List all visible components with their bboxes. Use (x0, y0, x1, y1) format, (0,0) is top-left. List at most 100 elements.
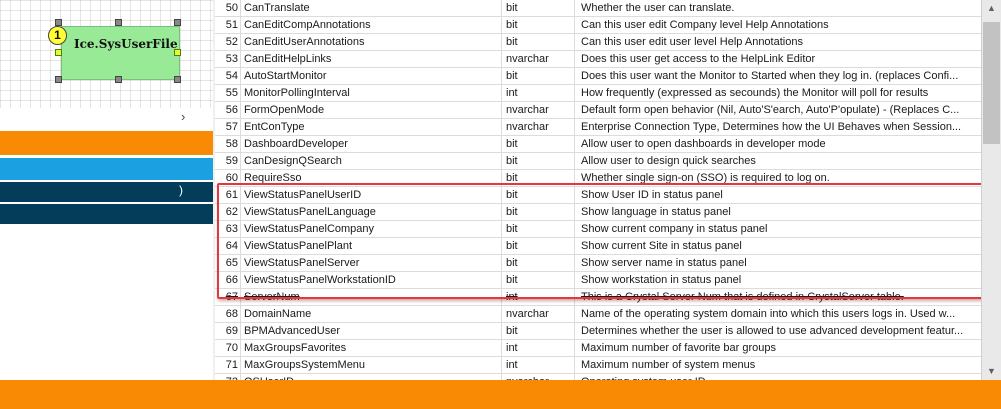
resize-handle-bottom-center[interactable] (115, 76, 122, 83)
field-description-cell: Does this user want the Monitor to Start… (581, 70, 959, 82)
row-number-cell: 71 (215, 357, 241, 373)
field-type-cell: bit (502, 153, 575, 169)
left-pane: 1 Ice.SysUserFile › ) (0, 0, 213, 380)
table-row[interactable]: 54 AutoStartMonitor bit Does this user want… (215, 68, 981, 85)
field-type-cell: bit (502, 255, 575, 271)
field-type-cell: bit (502, 0, 575, 16)
chevron-right-icon[interactable]: › (181, 109, 185, 124)
field-description-cell: Show current company in status panel (581, 223, 768, 235)
row-number-cell: 67 (215, 289, 241, 305)
table-row[interactable]: 52 CanEditUserAnnotations bit Can this user… (215, 34, 981, 51)
resize-handle-middle-right[interactable] (174, 49, 181, 56)
table-row[interactable]: 51 CanEditCompAnnotations bit Can this user… (215, 17, 981, 34)
field-name-cell: AutoStartMonitor (241, 68, 502, 84)
field-type-cell: bit (502, 34, 575, 50)
table-row[interactable]: 68 DomainName nvarchar Name of the operatin… (215, 306, 981, 323)
field-type-cell: int (502, 357, 575, 373)
navy-panel-band[interactable]: ) (0, 182, 213, 202)
bottom-status-bar (0, 380, 1001, 409)
blue-panel-band[interactable] (0, 158, 213, 180)
field-name-cell: ViewStatusPanelPlant (241, 238, 502, 254)
row-number-cell: 61 (215, 187, 241, 203)
field-name-cell: CanEditHelpLinks (241, 51, 502, 67)
row-number-cell: 59 (215, 153, 241, 169)
resize-handle-top-center[interactable] (115, 19, 122, 26)
resize-handle-middle-left[interactable] (55, 49, 62, 56)
resize-handle-bottom-left[interactable] (55, 76, 62, 83)
row-number-cell: 54 (215, 68, 241, 84)
table-row[interactable]: 56 FormOpenMode nvarchar Default form open … (215, 102, 981, 119)
table-row[interactable]: 65 ViewStatusPanelServer bit Show server na… (215, 255, 981, 272)
field-name-cell: CanEditUserAnnotations (241, 34, 502, 50)
table-row[interactable]: 61 ViewStatusPanelUserID bit Show User ID i… (215, 187, 981, 204)
field-description-cell: Enterprise Connection Type, Determines h… (581, 121, 962, 133)
field-description-cell: Maximum number of system menus (581, 359, 756, 371)
field-type-cell: bit (502, 17, 575, 33)
field-description-cell: Show workstation in status panel (581, 274, 742, 286)
row-number-cell: 69 (215, 323, 241, 339)
row-number-cell: 57 (215, 119, 241, 135)
field-name-cell: ServerNum (241, 289, 502, 305)
field-description-cell: Show current Site in status panel (581, 240, 742, 252)
entity-name-label: Ice.SysUserFile (74, 37, 178, 51)
table-row[interactable]: 66 ViewStatusPanelWorkstationID bit Show wo… (215, 272, 981, 289)
navy-band-text: ) (179, 183, 183, 197)
field-type-cell: bit (502, 238, 575, 254)
field-description-cell: Name of the operating system domain into… (581, 308, 956, 320)
row-number-cell: 52 (215, 34, 241, 50)
table-row[interactable]: 59 CanDesignQSearch bit Allow user to desig… (215, 153, 981, 170)
resize-handle-bottom-right[interactable] (174, 76, 181, 83)
table-row[interactable]: 57 EntConType nvarchar Enterprise Connectio… (215, 119, 981, 136)
table-row[interactable]: 62 ViewStatusPanelLanguage bit Show languag… (215, 204, 981, 221)
field-type-cell: int (502, 85, 575, 101)
table-row[interactable]: 55 MonitorPollingInterval int How frequentl… (215, 85, 981, 102)
row-number-cell: 65 (215, 255, 241, 271)
field-name-cell: ViewStatusPanelWorkstationID (241, 272, 502, 288)
field-description-cell: Determines whether the user is allowed t… (581, 325, 964, 337)
table-row[interactable]: 60 RequireSso bit Whether single sign-on (S… (215, 170, 981, 187)
field-description-cell: This is a Crystal Server Num that is def… (581, 291, 904, 303)
field-description-cell: Default form open behavior (Nil, Auto'S'… (581, 104, 960, 116)
navy-panel-band-secondary[interactable] (0, 204, 213, 224)
row-number-cell: 64 (215, 238, 241, 254)
row-number-cell: 66 (215, 272, 241, 288)
field-name-cell: ViewStatusPanelServer (241, 255, 502, 271)
scrollbar-thumb[interactable] (983, 22, 1000, 144)
field-type-cell: nvarchar (502, 51, 575, 67)
table-row[interactable]: 53 CanEditHelpLinks nvarchar Does this user… (215, 51, 981, 68)
table-row[interactable]: 58 DashboardDeveloper bit Allow user to ope… (215, 136, 981, 153)
field-type-cell: bit (502, 68, 575, 84)
resize-handle-top-left[interactable] (55, 19, 62, 26)
entity-diagram-canvas[interactable]: 1 Ice.SysUserFile (0, 0, 213, 108)
field-name-cell: FormOpenMode (241, 102, 502, 118)
table-row[interactable]: 64 ViewStatusPanelPlant bit Show current Si… (215, 238, 981, 255)
row-number-cell: 63 (215, 221, 241, 237)
field-name-cell: CanDesignQSearch (241, 153, 502, 169)
field-name-cell: DomainName (241, 306, 502, 322)
field-description-cell: How frequently (expressed as secounds) t… (581, 87, 929, 99)
table-row[interactable]: 63 ViewStatusPanelCompany bit Show current … (215, 221, 981, 238)
entity-node[interactable]: 1 Ice.SysUserFile (48, 26, 180, 80)
vertical-scrollbar[interactable]: ▲ ▼ (981, 0, 1001, 380)
table-row[interactable]: 67 ServerNum int This is a Crystal Server N… (215, 289, 981, 306)
table-row[interactable]: 69 BPMAdvancedUser bit Determines whether t… (215, 323, 981, 340)
field-description-cell: Allow user to open dashboards in develop… (581, 138, 826, 150)
field-name-cell: DashboardDeveloper (241, 136, 502, 152)
field-type-cell: int (502, 340, 575, 356)
row-number-cell: 58 (215, 136, 241, 152)
table-row[interactable]: 71 MaxGroupsSystemMenu int Maximum number o… (215, 357, 981, 374)
triangle-up-icon[interactable]: ▲ (982, 3, 1001, 13)
orange-panel-band[interactable] (0, 131, 213, 155)
field-type-cell: nvarchar (502, 306, 575, 322)
triangle-down-icon[interactable]: ▼ (982, 366, 1001, 376)
field-name-cell: MaxGroupsSystemMenu (241, 357, 502, 373)
resize-handle-top-right[interactable] (174, 19, 181, 26)
table-row[interactable]: 70 MaxGroupsFavorites int Maximum number of… (215, 340, 981, 357)
field-name-cell: CanTranslate (241, 0, 502, 16)
row-number-cell: 51 (215, 17, 241, 33)
field-description-cell: Show User ID in status panel (581, 189, 723, 201)
field-type-cell: bit (502, 187, 575, 203)
row-number-cell: 50 (215, 0, 241, 16)
table-row[interactable]: 50 CanTranslate bit Whether the user can tr… (215, 0, 981, 17)
field-description-cell: Show server name in status panel (581, 257, 747, 269)
